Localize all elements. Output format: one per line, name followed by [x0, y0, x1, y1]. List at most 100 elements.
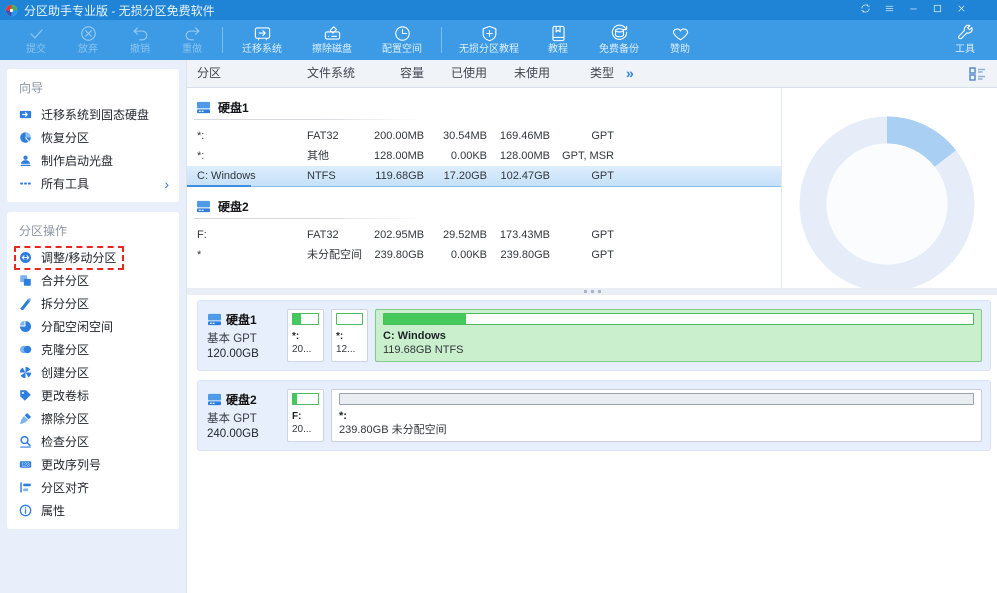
- wipedisk-icon: [323, 24, 342, 43]
- disk-name: 硬盘1: [218, 99, 249, 116]
- partition-row[interactable]: F:FAT32202.95MB29.52MB173.43MBGPT: [187, 225, 781, 245]
- toolbar-button-label: 教程: [548, 44, 568, 56]
- toolbar-button-migrate[interactable]: 迁移系统: [227, 24, 297, 56]
- sidebar-item[interactable]: 拆分分区: [7, 292, 179, 315]
- toolbar-button-book[interactable]: 教程: [532, 24, 584, 56]
- partition-detail: 20...: [292, 343, 319, 357]
- wrench-icon: [956, 24, 975, 43]
- usage-mini-bar: [383, 313, 974, 325]
- toolbar-button-discard[interactable]: 放弃: [62, 24, 114, 56]
- svg-text:123: 123: [21, 463, 30, 469]
- sidebar-item[interactable]: 分区对齐: [7, 476, 179, 499]
- sidebar-item[interactable]: 123更改序列号: [7, 453, 179, 476]
- close-button[interactable]: [956, 3, 967, 17]
- toolbar-button-label: 无损分区教程: [459, 44, 519, 56]
- partition-blocks: *: 20... *: 12... C: Windows 119.68GB NT…: [285, 305, 990, 366]
- sidebar-item[interactable]: 属性: [7, 499, 179, 522]
- partition-row[interactable]: *:FAT32200.00MB30.54MB169.46MBGPT: [187, 126, 781, 146]
- column-header-1[interactable]: 文件系统: [307, 60, 374, 87]
- disk-size: 240.00GB: [207, 428, 285, 440]
- disk-group-header[interactable]: 硬盘1: [187, 97, 781, 117]
- sidebar-item[interactable]: 合并分区: [7, 269, 179, 292]
- cell: FAT32: [307, 225, 374, 245]
- cell: *:: [187, 146, 307, 166]
- toolbar-button-label: 重做: [182, 44, 202, 56]
- sidebar-item[interactable]: 更改卷标: [7, 384, 179, 407]
- cell: 未分配空间: [307, 245, 374, 265]
- column-header-4[interactable]: 未使用: [487, 60, 550, 87]
- toolbar-button-shieldplus[interactable]: 无损分区教程: [446, 24, 532, 56]
- table-header: 分区文件系统容量已使用未使用类型 »: [187, 60, 997, 88]
- cell: GPT: [550, 126, 614, 146]
- toolbar-button-commit[interactable]: 提交: [10, 24, 62, 56]
- sidebar-item[interactable]: 所有工具›: [7, 172, 179, 195]
- column-header-0[interactable]: 分区: [187, 60, 307, 87]
- toolbar-button-undo[interactable]: 撤销: [114, 24, 166, 56]
- toolbar-button-redo[interactable]: 重做: [166, 24, 218, 56]
- usage-mini-bar: [292, 393, 319, 405]
- undo-icon: [131, 24, 150, 43]
- toolbar-button-label: 配置空间: [382, 44, 422, 56]
- sidebar-item-label: 擦除分区: [41, 410, 89, 427]
- partition-block[interactable]: *: 20...: [287, 309, 324, 362]
- toolbar-button-tools[interactable]: 工具: [939, 24, 991, 56]
- toolbar-button-space[interactable]: 配置空间: [367, 24, 437, 56]
- sidebar-item-label: 迁移系统到固态硬盘: [41, 106, 149, 123]
- sidebar-item[interactable]: 克隆分区: [7, 338, 179, 361]
- sync-button[interactable]: [860, 3, 871, 17]
- pane-splitter-handle[interactable]: [187, 288, 997, 295]
- group-divider: [194, 218, 422, 219]
- partition-block[interactable]: C: Windows 119.68GB NTFS: [375, 309, 982, 362]
- sidebar-item-label: 创建分区: [41, 364, 89, 381]
- sidebar-item[interactable]: 迁移系统到固态硬盘: [7, 103, 179, 126]
- view-switch-icon[interactable]: [969, 67, 986, 81]
- chevron-right-icon: ›: [164, 177, 169, 191]
- sidebar-item[interactable]: 调整/移动分区: [7, 246, 179, 269]
- partition-label: *:: [336, 330, 363, 343]
- partition-row[interactable]: C: WindowsNTFS119.68GB17.20GB102.47GBGPT: [187, 166, 781, 187]
- sidebar-item-label: 克隆分区: [41, 341, 89, 358]
- sidebar-item-label: 制作启动光盘: [41, 152, 113, 169]
- sidebar-item[interactable]: 制作启动光盘: [7, 149, 179, 172]
- sidebar-item[interactable]: 擦除分区: [7, 407, 179, 430]
- menu-button[interactable]: [884, 3, 895, 17]
- disk-size: 120.00GB: [207, 348, 285, 360]
- usage-donut-chart: [782, 88, 997, 288]
- partition-block[interactable]: *: 239.80GB 未分配空间: [331, 389, 982, 442]
- sidebar-section-title: 向导: [7, 74, 179, 103]
- partition-block[interactable]: F: 20...: [287, 389, 324, 442]
- disk-group-header[interactable]: 硬盘2: [187, 196, 781, 216]
- minimize-button[interactable]: [908, 3, 919, 17]
- toolbar-button-backup[interactable]: 免费备份: [584, 24, 654, 56]
- partition-block[interactable]: *: 12...: [331, 309, 368, 362]
- column-header-3[interactable]: 已使用: [424, 60, 487, 87]
- toolbar-button-label: 迁移系统: [242, 44, 282, 56]
- toolbar-button-heart[interactable]: 赞助: [654, 24, 706, 56]
- cell: 119.68GB: [374, 166, 424, 186]
- expand-columns-button[interactable]: »: [626, 60, 634, 87]
- disk-name: 硬盘1: [226, 311, 257, 328]
- disk-group: 硬盘1 *:FAT32200.00MB30.54MB169.46MBGPT*:其他…: [187, 88, 781, 187]
- disk-info[interactable]: 硬盘2 基本 GPT 240.00GB: [198, 391, 285, 440]
- sidebar-item[interactable]: 分配空闲空间: [7, 315, 179, 338]
- column-header-2[interactable]: 容量: [374, 60, 424, 87]
- partition-row[interactable]: *:其他128.00MB0.00KB128.00MBGPT, MSR: [187, 146, 781, 166]
- partition-row[interactable]: *未分配空间239.80GB0.00KB239.80GBGPT: [187, 245, 781, 265]
- discard-icon: [79, 24, 98, 43]
- sidebar-item[interactable]: 检查分区: [7, 430, 179, 453]
- sidebar-item-label: 拆分分区: [41, 295, 89, 312]
- sidebar-item[interactable]: 恢复分区: [7, 126, 179, 149]
- cell: 128.00MB: [487, 146, 550, 166]
- partition-detail: 119.68GB NTFS: [383, 343, 974, 357]
- toolbar-button-wipedisk[interactable]: 擦除磁盘: [297, 24, 367, 56]
- disk-blue-icon: [207, 313, 222, 326]
- main-area: 分区文件系统容量已使用未使用类型 » 硬盘1 *:FAT32200.00MB30.…: [187, 60, 997, 593]
- maximize-button[interactable]: [932, 3, 943, 17]
- disk-type: 基本 GPT: [207, 330, 285, 346]
- sidebar-item[interactable]: 创建分区: [7, 361, 179, 384]
- usage-mini-bar: [292, 313, 319, 325]
- disk-info[interactable]: 硬盘1 基本 GPT 120.00GB: [198, 311, 285, 360]
- migrate-icon: [253, 24, 272, 43]
- cell: 200.00MB: [374, 126, 424, 146]
- column-header-5[interactable]: 类型: [550, 60, 614, 87]
